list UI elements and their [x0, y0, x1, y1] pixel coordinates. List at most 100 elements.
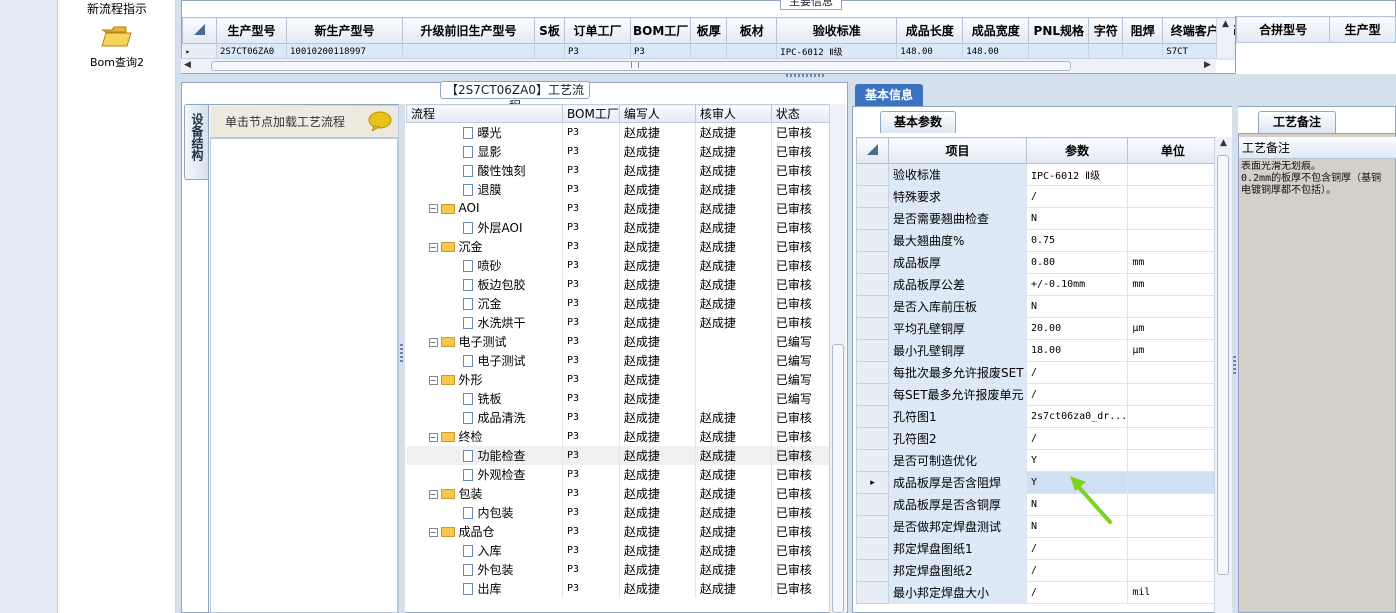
- row-header[interactable]: [856, 559, 889, 582]
- process-node[interactable]: 水洗烘干: [406, 312, 563, 332]
- col-header[interactable]: 升级前旧生产型号: [402, 17, 535, 44]
- row-header[interactable]: [856, 361, 889, 384]
- col-header-writer[interactable]: 编写人: [618, 104, 696, 123]
- tab-process-notes[interactable]: 工艺备注: [1258, 111, 1336, 133]
- equipment-tree[interactable]: [210, 138, 398, 613]
- param-value-cell[interactable]: IPC-6012 Ⅱ级: [1025, 163, 1129, 186]
- process-row[interactable]: 酸性蚀刻 P3 赵成捷 赵成捷 已审核: [406, 160, 834, 180]
- process-row[interactable]: 板边包胶 P3 赵成捷 赵成捷 已审核: [406, 274, 834, 294]
- param-value-cell[interactable]: /: [1025, 383, 1129, 406]
- process-row[interactable]: − 沉金 P3 赵成捷 赵成捷 已审核: [406, 236, 834, 256]
- process-node[interactable]: 功能检查: [406, 445, 563, 465]
- col-header-flow[interactable]: 流程: [406, 104, 563, 123]
- row-header[interactable]: [856, 383, 889, 406]
- process-node[interactable]: − AOI: [406, 198, 563, 218]
- collapse-icon[interactable]: −: [428, 432, 438, 442]
- param-value-cell[interactable]: 20.00: [1025, 317, 1129, 340]
- col-header[interactable]: PNL规格: [1028, 17, 1090, 44]
- scroll-left-icon[interactable]: ◀: [184, 60, 191, 70]
- process-node[interactable]: 电子测试: [406, 350, 563, 370]
- col-header[interactable]: BOM工厂: [629, 17, 692, 44]
- param-row[interactable]: 成品板厚是否含铜厚 N: [856, 493, 1219, 516]
- process-node[interactable]: 外包装: [406, 559, 563, 579]
- scroll-up-icon[interactable]: ▲: [1220, 138, 1227, 148]
- process-node[interactable]: 外观检查: [406, 464, 563, 484]
- param-row[interactable]: 孔符图2/: [856, 427, 1219, 450]
- row-header[interactable]: [856, 317, 889, 340]
- collapse-icon[interactable]: −: [428, 375, 438, 385]
- params-vscroll[interactable]: ▲: [1214, 137, 1232, 613]
- collapse-icon[interactable]: −: [428, 204, 438, 213]
- row-header[interactable]: [856, 427, 889, 450]
- process-row[interactable]: 显影 P3 赵成捷 赵成捷 已审核: [406, 141, 834, 161]
- horizontal-splitter[interactable]: [181, 74, 1396, 82]
- process-node[interactable]: − 包装: [406, 483, 563, 503]
- row-header[interactable]: [856, 449, 889, 472]
- process-row[interactable]: 功能检查 P3 赵成捷 赵成捷 已审核: [406, 445, 834, 465]
- param-row[interactable]: 是否入库前压板 N: [856, 295, 1219, 318]
- col-header[interactable]: 阻焊: [1122, 17, 1164, 44]
- param-value-cell[interactable]: N: [1025, 207, 1129, 230]
- process-node[interactable]: 沉金: [406, 293, 563, 313]
- process-row[interactable]: − AOI P3 赵成捷 赵成捷 已审核: [406, 198, 834, 218]
- process-row[interactable]: 电子测试 P3 赵成捷 已编写: [406, 350, 834, 370]
- process-row[interactable]: 外层AOI P3 赵成捷 赵成捷 已审核: [406, 217, 834, 237]
- merge-col-header[interactable]: 生产型: [1329, 16, 1396, 43]
- param-value-cell[interactable]: /: [1025, 427, 1129, 450]
- param-row[interactable]: 孔符图1 2s7ct06za0_dr...: [856, 405, 1219, 428]
- grid-corner[interactable]: [182, 17, 217, 44]
- process-row[interactable]: 入库 P3 赵成捷 赵成捷 已审核: [406, 540, 834, 560]
- process-node[interactable]: 成品清洗: [406, 407, 563, 427]
- process-vscroll[interactable]: [829, 104, 846, 613]
- col-header-unit[interactable]: 单位: [1127, 137, 1219, 164]
- param-row[interactable]: 每批次最多允许报废SET /: [856, 361, 1219, 384]
- process-node[interactable]: − 终检: [406, 426, 563, 446]
- row-header[interactable]: ▸: [856, 471, 889, 494]
- process-row[interactable]: − 成品仓 P3 赵成捷 赵成捷 已审核: [406, 521, 834, 541]
- row-header[interactable]: [856, 207, 889, 230]
- tab-basic-info[interactable]: 基本信息: [855, 84, 923, 106]
- col-header-item[interactable]: 项目: [888, 137, 1027, 164]
- process-node[interactable]: 喷砂: [406, 255, 563, 275]
- process-node[interactable]: − 电子测试: [406, 331, 563, 351]
- process-row[interactable]: 喷砂 P3 赵成捷 赵成捷 已审核: [406, 255, 834, 275]
- process-row[interactable]: 铣板 P3 赵成捷 已编写: [406, 388, 834, 408]
- process-row[interactable]: − 电子测试 P3 赵成捷 已编写: [406, 331, 834, 351]
- process-node[interactable]: − 沉金: [406, 236, 563, 256]
- row-header[interactable]: [856, 515, 889, 538]
- row-header[interactable]: [856, 273, 889, 296]
- col-header-bom[interactable]: BOM工厂: [562, 104, 620, 123]
- process-node[interactable]: − 成品仓: [406, 521, 563, 541]
- collapse-icon[interactable]: −: [428, 242, 438, 252]
- row-header[interactable]: [856, 537, 889, 560]
- param-value-cell[interactable]: /: [1025, 361, 1129, 384]
- process-node[interactable]: 退膜: [406, 179, 563, 199]
- row-header[interactable]: [856, 251, 889, 274]
- param-row[interactable]: 是否需要翘曲检查 N: [856, 207, 1219, 230]
- process-node[interactable]: 外层AOI: [406, 217, 563, 237]
- hscroll-thumb[interactable]: [211, 61, 1071, 71]
- process-splitter[interactable]: [399, 104, 405, 613]
- collapse-icon[interactable]: −: [428, 527, 438, 537]
- param-row[interactable]: 特殊要求 /: [856, 185, 1219, 208]
- process-node[interactable]: 入库: [406, 540, 563, 560]
- nav-title[interactable]: 新流程指示: [58, 0, 176, 17]
- col-header-status[interactable]: 状态: [770, 104, 834, 123]
- param-row[interactable]: 最小孔壁铜厚 18.00 μm: [856, 339, 1219, 362]
- col-header[interactable]: 板材: [726, 17, 778, 44]
- process-row[interactable]: 曝光 P3 赵成捷 赵成捷 已审核: [406, 122, 834, 142]
- process-vscroll-thumb[interactable]: [832, 344, 844, 613]
- process-node[interactable]: 酸性蚀刻: [406, 160, 563, 180]
- process-node[interactable]: 显影: [406, 141, 563, 161]
- param-value-cell[interactable]: /: [1025, 185, 1129, 208]
- merge-col-header[interactable]: 合拼型号: [1235, 16, 1331, 43]
- process-row[interactable]: 出库 P3 赵成捷 赵成捷 已审核: [406, 578, 834, 598]
- param-row[interactable]: 最小邦定焊盘大小 / mil: [856, 581, 1219, 604]
- params-vscroll-thumb[interactable]: [1217, 155, 1229, 575]
- process-row[interactable]: 成品清洗 P3 赵成捷 赵成捷 已审核: [406, 407, 834, 427]
- col-header[interactable]: 验收标准: [776, 17, 898, 44]
- process-node[interactable]: 铣板: [406, 388, 563, 408]
- col-header[interactable]: 成品长度: [896, 17, 964, 44]
- folder-open-icon[interactable]: [100, 24, 132, 48]
- process-node[interactable]: 出库: [406, 578, 563, 598]
